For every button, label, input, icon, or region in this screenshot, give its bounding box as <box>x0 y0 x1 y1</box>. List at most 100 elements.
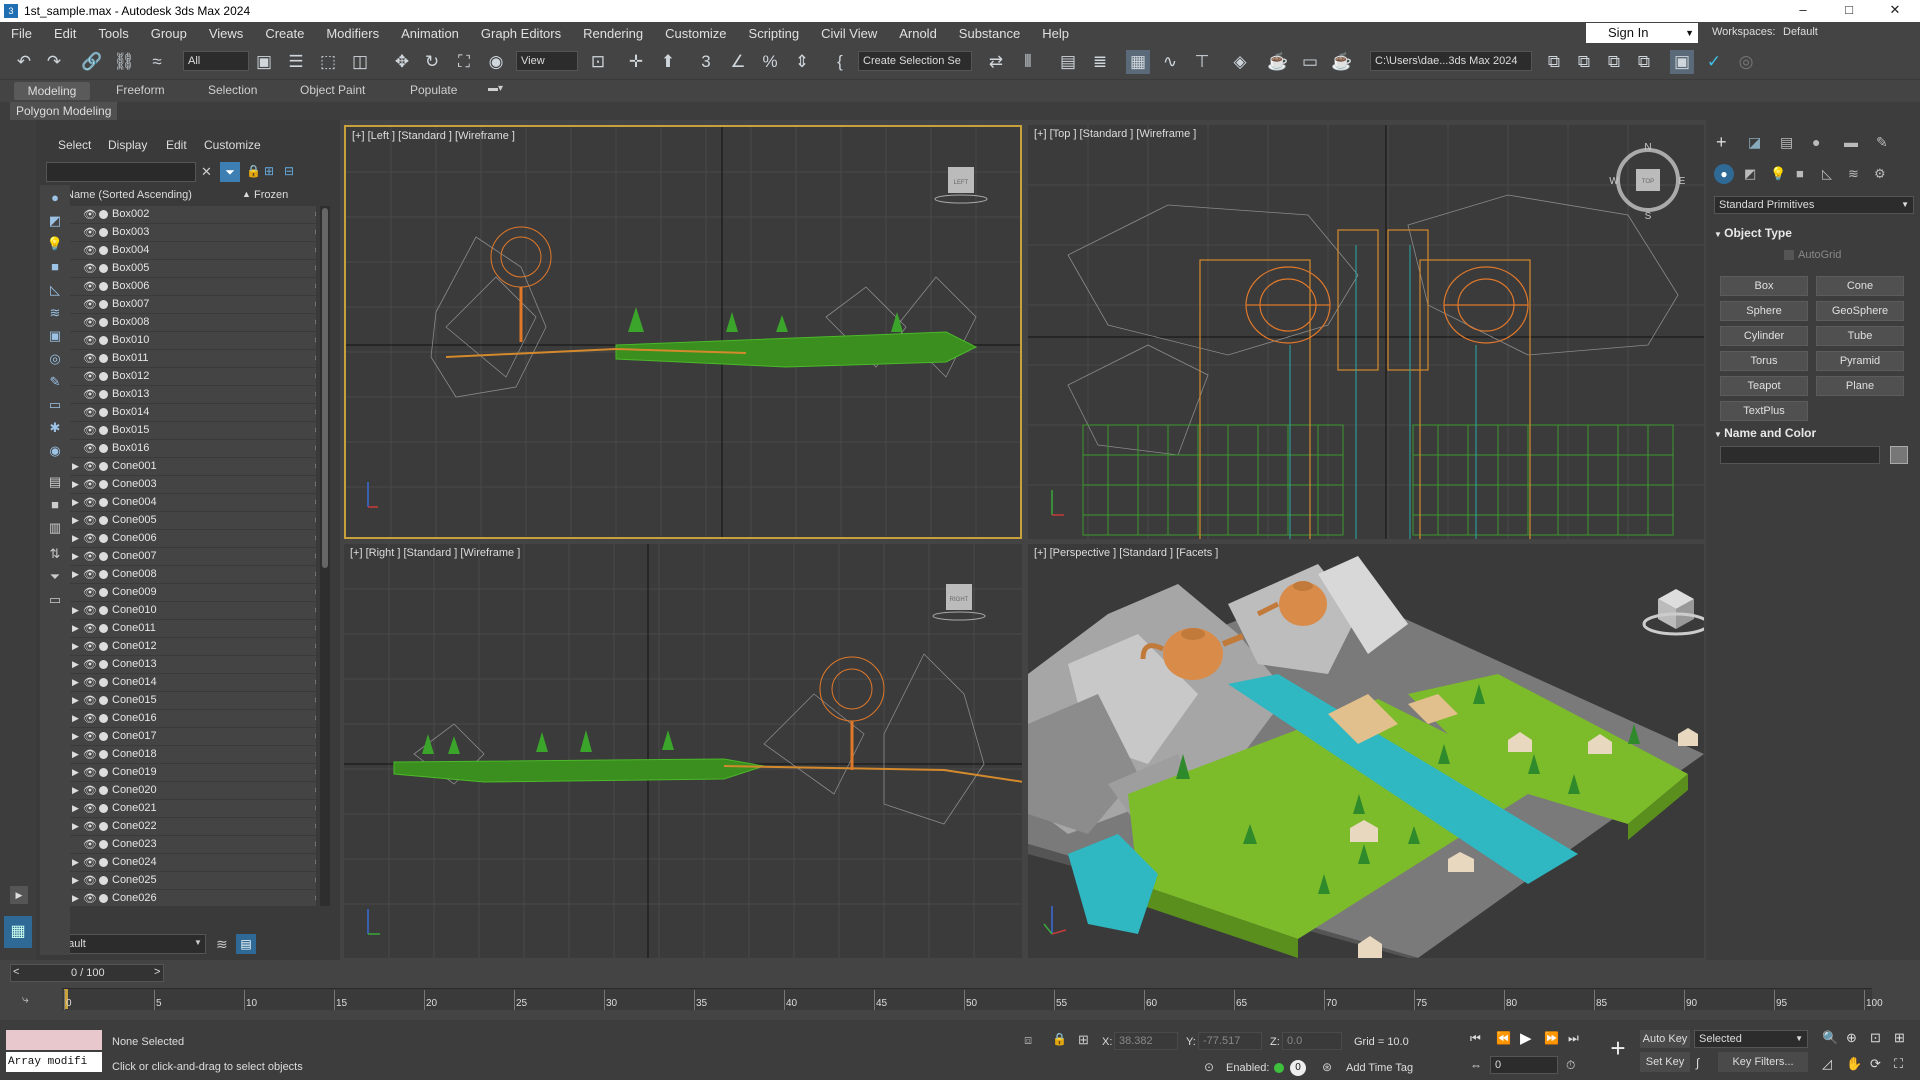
list-item[interactable]: ▶ 👁 Cone016 ❄ <box>66 710 316 728</box>
freeze-icon[interactable]: ❄ <box>314 730 316 743</box>
time-tag-icon[interactable]: ⊛ <box>1322 1060 1332 1074</box>
freeze-icon[interactable]: ❄ <box>314 370 316 383</box>
render-toggle-icon[interactable] <box>99 390 108 399</box>
visibility-eye-icon[interactable]: 👁 <box>83 676 97 689</box>
keyboard-shortcut-icon[interactable]: ⬆ <box>656 50 680 74</box>
spinner-snap-icon[interactable]: ⇕ <box>790 50 814 74</box>
freeze-icon[interactable]: ❄ <box>314 748 316 761</box>
display-cameras-icon[interactable]: ■ <box>46 258 64 276</box>
freeze-icon[interactable]: ❄ <box>314 226 316 239</box>
freeze-icon[interactable]: ❄ <box>314 874 316 887</box>
list-item[interactable]: 👁 Box015 ❄ <box>66 422 316 440</box>
display-geometry-icon[interactable]: ● <box>46 189 64 207</box>
maximize-button[interactable]: □ <box>1826 0 1872 22</box>
visibility-eye-icon[interactable]: 👁 <box>83 280 97 293</box>
visibility-eye-icon[interactable]: 👁 <box>83 442 97 455</box>
list-item[interactable]: 👁 Box003 ❄ <box>66 224 316 242</box>
undo-icon[interactable]: ↶ <box>12 50 36 74</box>
view-cube-persp[interactable] <box>1642 589 1704 636</box>
systems-icon[interactable]: ⚙ <box>1874 166 1886 182</box>
expand-triangle-icon[interactable]: ▶ <box>72 713 79 724</box>
expand-triangle-icon[interactable]: ▶ <box>72 623 79 634</box>
close-button[interactable]: ✕ <box>1872 0 1918 22</box>
expand-triangle-icon[interactable]: ▶ <box>72 785 79 796</box>
menu-animation[interactable]: Animation <box>390 26 470 41</box>
object-type-rollout[interactable]: ▼ Object Type <box>1714 226 1792 240</box>
visibility-eye-icon[interactable]: 👁 <box>83 604 97 617</box>
expand-triangle-icon[interactable]: ▶ <box>72 497 79 508</box>
menu-graph-editors[interactable]: Graph Editors <box>470 26 572 41</box>
maxscript-pink-field[interactable] <box>6 1030 102 1050</box>
render-toggle-icon[interactable] <box>99 858 108 867</box>
visibility-eye-icon[interactable]: 👁 <box>83 424 97 437</box>
project-settings-icon[interactable]: ⧉ <box>1602 50 1626 74</box>
freeze-icon[interactable]: ❄ <box>314 424 316 437</box>
list-item[interactable]: ▶ 👁 Cone022 ❄ <box>66 818 316 836</box>
menu-create[interactable]: Create <box>254 26 315 41</box>
list-item[interactable]: 👁 Box008 ❄ <box>66 314 316 332</box>
ribbon-tab-freeform[interactable]: Freeform <box>116 83 165 97</box>
selection-filter-dropdown[interactable]: All <box>183 51 249 71</box>
create-box-button[interactable]: Box <box>1720 276 1808 296</box>
freeze-icon[interactable]: ❄ <box>314 262 316 275</box>
freeze-icon[interactable]: ❄ <box>314 856 316 869</box>
render-toggle-icon[interactable] <box>99 426 108 435</box>
list-item[interactable]: 👁 Box016 ❄ <box>66 440 316 458</box>
visibility-eye-icon[interactable]: 👁 <box>83 712 97 725</box>
render-toggle-icon[interactable] <box>99 408 108 417</box>
create-torus-button[interactable]: Torus <box>1720 351 1808 371</box>
enabled-counter-icon[interactable]: 0 <box>1290 1060 1306 1076</box>
visibility-eye-icon[interactable]: 👁 <box>83 658 97 671</box>
freeze-icon[interactable]: ❄ <box>314 568 316 581</box>
rectangular-selection-icon[interactable]: ⬚ <box>316 50 340 74</box>
selection-lock-icon[interactable]: 🔒 <box>1052 1032 1067 1046</box>
expand-triangle-icon[interactable]: ▶ <box>72 731 79 742</box>
visibility-eye-icon[interactable]: 👁 <box>83 514 97 527</box>
viewport-left[interactable]: LEFT [+] [Left ] [Standard ] [Wireframe … <box>344 125 1022 539</box>
key-mode-toggle-icon[interactable]: ⇔ <box>1470 1058 1482 1072</box>
freeze-icon[interactable]: ❄ <box>314 316 316 329</box>
create-sphere-button[interactable]: Sphere <box>1720 301 1808 321</box>
display-groups-icon[interactable]: ▣ <box>46 327 64 345</box>
expand-layout-icon[interactable]: ▶ <box>10 886 28 904</box>
list-item[interactable]: ▶ 👁 Cone010 ❄ <box>66 602 316 620</box>
menu-arnold[interactable]: Arnold <box>888 26 948 41</box>
render-toggle-icon[interactable] <box>99 246 108 255</box>
cameras-icon[interactable]: ■ <box>1796 166 1804 181</box>
freeze-icon[interactable]: ❄ <box>314 550 316 563</box>
create-tube-button[interactable]: Tube <box>1816 326 1904 346</box>
expand-triangle-icon[interactable]: ▶ <box>72 767 79 778</box>
menu-tools[interactable]: Tools <box>87 26 139 41</box>
render-toggle-icon[interactable] <box>99 480 108 489</box>
object-name-input[interactable] <box>1720 446 1880 464</box>
render-toggle-icon[interactable] <box>99 678 108 687</box>
current-frame-field[interactable]: 0 <box>1490 1056 1558 1074</box>
freeze-icon[interactable]: ❄ <box>314 784 316 797</box>
expand-triangle-icon[interactable]: ▶ <box>72 461 79 472</box>
render-toggle-icon[interactable] <box>99 660 108 669</box>
list-item[interactable]: 👁 Box012 ❄ <box>66 368 316 386</box>
hierarchy-icon[interactable]: ⊞ <box>264 164 274 178</box>
adaptive-degradation-icon[interactable]: ⊙ <box>1204 1060 1214 1074</box>
expand-triangle-icon[interactable]: ▶ <box>72 659 79 670</box>
pivot-center-icon[interactable]: ⊡ <box>586 50 610 74</box>
visibility-eye-icon[interactable]: 👁 <box>83 568 97 581</box>
visibility-eye-icon[interactable]: 👁 <box>83 892 97 905</box>
scene-search-input[interactable] <box>46 162 196 182</box>
list-item[interactable]: 👁 Box013 ❄ <box>66 386 316 404</box>
render-toggle-icon[interactable] <box>99 696 108 705</box>
list-item[interactable]: ▶ 👁 Cone013 ❄ <box>66 656 316 674</box>
create-geosphere-button[interactable]: GeoSphere <box>1816 301 1904 321</box>
redo-icon[interactable]: ↷ <box>42 50 66 74</box>
freeze-icon[interactable]: ❄ <box>314 676 316 689</box>
select-object-icon[interactable]: ▣ <box>252 50 276 74</box>
viewport-persp-label[interactable]: [+] [Perspective ] [Standard ] [Facets ] <box>1034 547 1218 559</box>
render-toggle-icon[interactable] <box>99 876 108 885</box>
create-tab-icon[interactable]: + <box>1716 132 1727 153</box>
menu-edit[interactable]: Edit <box>43 26 87 41</box>
visibility-eye-icon[interactable]: 👁 <box>83 640 97 653</box>
list-item[interactable]: 👁 Box002 ❄ <box>66 206 316 224</box>
expand-triangle-icon[interactable]: ▶ <box>72 821 79 832</box>
list-item[interactable]: ▶ 👁 Cone024 ❄ <box>66 854 316 872</box>
sort-icon[interactable]: ⇅ <box>46 545 64 563</box>
